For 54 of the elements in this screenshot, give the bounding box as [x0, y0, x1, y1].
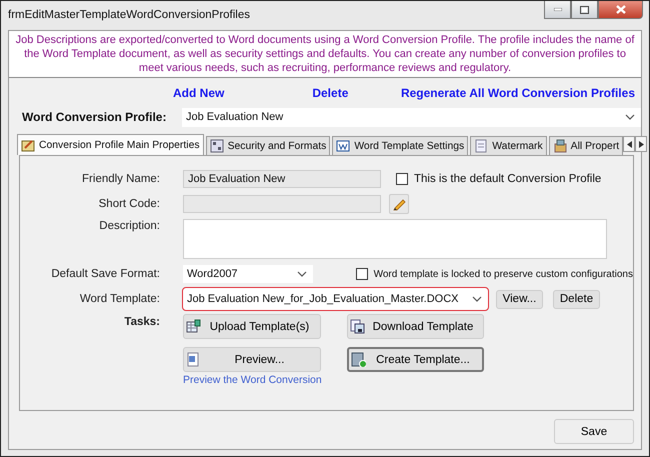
arrow-left-icon — [626, 140, 632, 148]
task-button[interactable]: Create Template... — [347, 347, 484, 372]
maximize-icon — [580, 6, 589, 14]
checkbox[interactable] — [396, 173, 408, 185]
text-field[interactable] — [183, 195, 381, 213]
checkbox-label: This is the default Conversion Profile — [414, 173, 602, 185]
profile-dropdown[interactable]: Job Evaluation New — [182, 108, 641, 126]
task-button[interactable]: Preview... — [183, 347, 321, 372]
text-field[interactable]: Job Evaluation New — [183, 170, 381, 188]
minimize-icon — [554, 8, 562, 11]
checkbox[interactable] — [356, 268, 368, 280]
tab-icon — [552, 139, 567, 153]
action-link[interactable]: Add New — [173, 86, 224, 102]
checkbox-label: Word template is locked to preserve custom configurations — [374, 268, 633, 280]
tab-icon — [210, 139, 224, 153]
field-label: Description: — [98, 220, 160, 232]
field-label: Short Code: — [98, 198, 160, 210]
format-dropdown[interactable]: Word2007 — [183, 265, 313, 283]
tab-icon — [336, 139, 350, 153]
field-label: Word Conversion Profile: — [21, 110, 168, 124]
tab[interactable]: Conversion Profile Main Properties — [17, 134, 204, 155]
task-button[interactable]: Download Template — [347, 314, 484, 339]
tab-icon — [21, 138, 35, 152]
edit-button[interactable] — [389, 194, 409, 214]
save-button[interactable]: Save — [554, 419, 634, 444]
button[interactable]: View... — [496, 290, 543, 308]
tab[interactable]: Security and Formats — [206, 136, 330, 155]
tab-icon — [474, 139, 488, 153]
field-label: Word Template: — [78, 293, 160, 305]
scroll-right-button[interactable] — [635, 136, 648, 152]
tab[interactable]: Word Template Settings — [332, 136, 468, 155]
tab[interactable]: Watermark — [470, 136, 547, 155]
window-title: frmEditMasterTemplateWordConversionProfiles — [8, 9, 250, 21]
chevron-down-icon — [625, 114, 635, 120]
arrow-right-icon — [638, 140, 644, 148]
maximize-button[interactable] — [571, 1, 598, 19]
template-dropdown[interactable]: Job Evaluation New_for_Job_Evaluation_Master.DOCX — [182, 287, 489, 311]
pencil-icon — [392, 197, 406, 211]
chevron-down-icon — [472, 296, 482, 302]
field-label: Friendly Name: — [81, 173, 160, 185]
close-button[interactable] — [598, 1, 643, 19]
button[interactable]: Delete — [553, 290, 600, 308]
field-label: Default Save Format: — [50, 268, 160, 280]
close-icon — [616, 5, 626, 14]
field-label: Tasks: — [123, 316, 160, 328]
action-link[interactable]: Regenerate All Word Conversion Profiles — [400, 86, 635, 102]
preview-link[interactable]: Preview the Word Conversion — [183, 374, 321, 386]
scroll-left-button[interactable] — [623, 136, 636, 152]
tab[interactable]: All Propert — [548, 136, 624, 155]
minimize-button[interactable] — [544, 1, 571, 19]
task-button[interactable]: Upload Template(s) — [183, 314, 321, 339]
action-link[interactable]: Delete — [312, 86, 348, 102]
chevron-down-icon — [296, 271, 307, 277]
info-text: Job Descriptions are exported/converted to Word documents using a Word Conversion Profile. The profile includes the name of the Word Template document, as well as security settings and defaults. You can create any number of conversion profiles to meet various needs, such as recruiting, performance reviews and regulatory. — [9, 31, 641, 78]
